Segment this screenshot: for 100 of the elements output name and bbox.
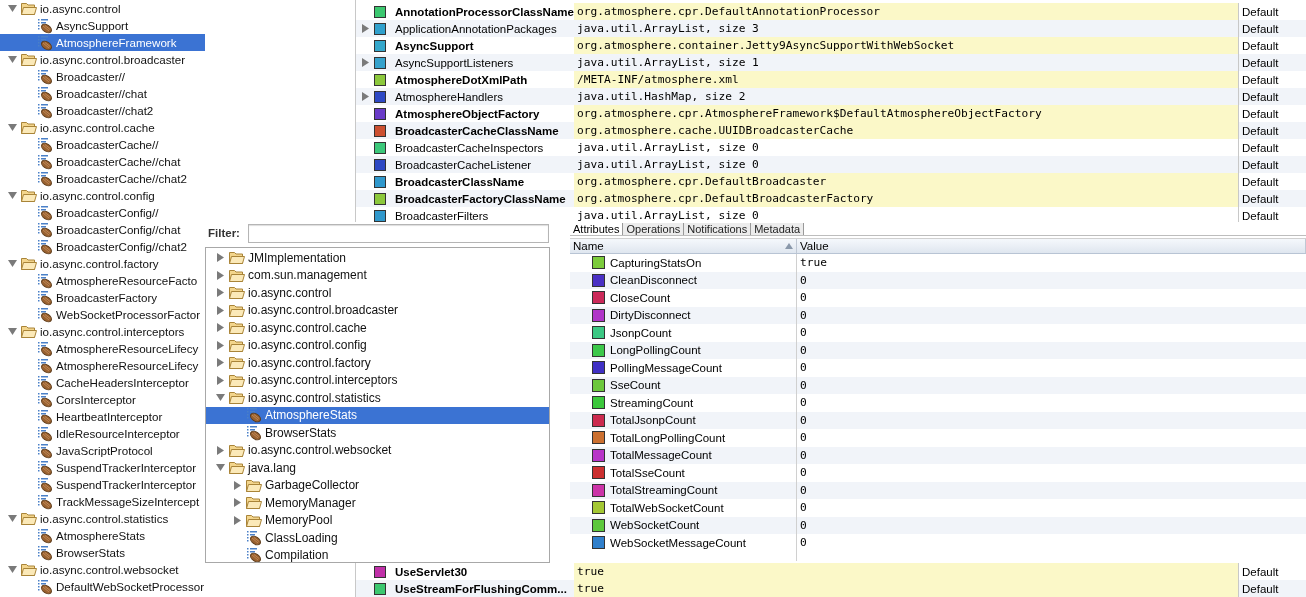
tree-item[interactable]: io.async.control.interceptors — [0, 323, 185, 340]
tree-item[interactable]: AtmosphereResourceLifecy — [0, 340, 199, 357]
triangle-icon[interactable] — [216, 270, 225, 280]
tree-item[interactable]: io.async.control.config — [206, 336, 549, 354]
attribute-value[interactable]: org.atmosphere.cache.UUIDBroadcasterCache — [574, 122, 1239, 139]
tree-item[interactable]: io.async.control.broadcaster — [206, 301, 549, 319]
tree-item[interactable]: SuspendTrackerInterceptor — [0, 459, 197, 476]
tree-item[interactable]: io.async.control.websocket — [206, 441, 549, 459]
folder-icon — [229, 321, 245, 335]
tab[interactable]: Attributes — [570, 223, 624, 235]
tree-item[interactable]: io.async.control.cache — [0, 119, 155, 136]
triangle-icon[interactable] — [216, 375, 225, 385]
triangle-icon[interactable] — [233, 480, 242, 490]
triangle-icon[interactable] — [8, 55, 17, 64]
triangle-icon[interactable] — [360, 92, 370, 101]
tree-item[interactable]: SuspendTrackerInterceptor — [0, 476, 197, 493]
tree-item[interactable]: AtmosphereResourceFacto — [0, 272, 198, 289]
tree-item[interactable]: CorsInterceptor — [0, 391, 136, 408]
triangle-icon[interactable] — [216, 393, 225, 403]
tree-item[interactable]: io.async.control.broadcaster — [0, 51, 185, 68]
triangle-icon[interactable] — [233, 498, 242, 508]
tree-item[interactable]: io.async.control.cache — [206, 319, 549, 337]
tree-item[interactable]: AtmosphereFramework — [0, 34, 205, 51]
tree-item[interactable]: BroadcasterConfig//chat — [0, 221, 181, 238]
tree-item[interactable]: Broadcaster//chat — [0, 85, 147, 102]
attribute-value[interactable]: true — [574, 563, 1239, 580]
tree-item[interactable]: io.async.control — [0, 0, 121, 17]
attribute-value[interactable]: org.atmosphere.cpr.DefaultAnnotationProcessor — [574, 3, 1239, 20]
triangle-icon[interactable] — [216, 323, 225, 333]
tree-item[interactable]: BroadcasterFactory — [0, 289, 158, 306]
triangle-icon[interactable] — [216, 253, 225, 263]
triangle-icon[interactable] — [360, 58, 370, 67]
tree-item[interactable]: io.async.control.statistics — [0, 510, 169, 527]
triangle-icon[interactable] — [8, 514, 17, 523]
tree-item[interactable]: Broadcaster//chat2 — [0, 102, 154, 119]
attribute-value[interactable]: true — [574, 580, 1239, 597]
triangle-icon[interactable] — [8, 4, 17, 13]
tree-item[interactable]: MemoryManager — [206, 494, 549, 512]
tree-item[interactable]: com.sun.management — [206, 266, 549, 284]
tree-item[interactable]: BroadcasterCache//chat — [0, 153, 181, 170]
triangle-icon[interactable] — [216, 340, 225, 350]
tree-item[interactable]: CacheHeadersInterceptor — [0, 374, 189, 391]
triangle-icon[interactable] — [8, 191, 17, 200]
triangle-icon[interactable] — [216, 305, 225, 315]
triangle-icon[interactable] — [8, 565, 17, 574]
tree-item[interactable]: BroadcasterConfig// — [0, 204, 159, 221]
bean-icon — [246, 547, 262, 562]
tree-item[interactable]: io.async.control.factory — [0, 255, 159, 272]
tree-item[interactable]: BroadcasterConfig//chat2 — [0, 238, 187, 255]
tree-item[interactable]: BrowserStats — [0, 544, 125, 561]
attribute-name: SseCount — [610, 379, 661, 392]
triangle-icon[interactable] — [8, 259, 17, 268]
tab[interactable]: Notifications — [684, 223, 752, 235]
tab[interactable]: Operations — [623, 223, 685, 235]
column-header[interactable]: Value — [797, 239, 1306, 253]
tree-item[interactable]: java.lang — [206, 459, 549, 477]
attribute-value[interactable]: org.atmosphere.container.Jetty9AsyncSupportWithWebSocket — [574, 37, 1239, 54]
tree-item[interactable]: io.async.control.websocket — [0, 561, 179, 578]
tree-item[interactable]: AsyncSupport — [0, 17, 129, 34]
triangle-icon[interactable] — [360, 24, 370, 33]
triangle-icon[interactable] — [8, 327, 17, 336]
tree-item[interactable]: Compilation — [206, 546, 549, 562]
tree-item[interactable]: io.async.control.config — [0, 187, 155, 204]
triangle-icon[interactable] — [216, 445, 225, 455]
tree-item[interactable]: BrowserStats — [206, 424, 549, 442]
triangle-icon[interactable] — [216, 463, 225, 473]
tree-item[interactable]: AtmosphereStats — [206, 406, 549, 424]
tree-item[interactable]: JMImplementation — [206, 249, 549, 267]
tab[interactable]: Metadata — [751, 223, 805, 235]
filter-field[interactable] — [247, 223, 549, 243]
bean-icon — [37, 289, 53, 306]
tree-item[interactable]: DefaultWebSocketProcessor — [0, 578, 204, 595]
tree-item[interactable]: io.async.control.statistics — [206, 389, 549, 407]
tree-item[interactable]: GarbageCollector — [206, 476, 549, 494]
sort-ascending-icon[interactable] — [785, 243, 793, 249]
tree-item[interactable]: AtmosphereResourceLifecy — [0, 357, 199, 374]
tree-item[interactable]: IdleResourceInterceptor — [0, 425, 180, 442]
tree-item[interactable]: AtmosphereStats — [0, 527, 145, 544]
triangle-icon[interactable] — [233, 515, 242, 525]
tree-item[interactable]: io.async.control.interceptors — [206, 371, 549, 389]
tree-item[interactable]: HeartbeatInterceptor — [0, 408, 163, 425]
tree-item[interactable]: MemoryPool — [206, 511, 549, 529]
attribute-value[interactable]: org.atmosphere.cpr.DefaultBroadcasterFactory — [574, 190, 1239, 207]
tree-item[interactable]: TrackMessageSizeIntercept — [0, 493, 200, 510]
tree-item[interactable]: BroadcasterCache//chat2 — [0, 170, 187, 187]
attribute-value[interactable]: org.atmosphere.cpr.DefaultBroadcaster — [574, 173, 1239, 190]
tree-item[interactable]: JavaScriptProtocol — [0, 442, 153, 459]
tree-item[interactable]: WebSocketProcessorFactor — [0, 306, 201, 323]
triangle-icon[interactable] — [216, 358, 225, 368]
attribute-name: WebSocketCount — [610, 519, 700, 532]
tree-item[interactable]: ClassLoading — [206, 529, 549, 547]
tree-item[interactable]: io.async.control — [206, 284, 549, 302]
tree-item[interactable]: Broadcaster// — [0, 68, 125, 85]
tree-item[interactable]: io.async.control.factory — [206, 354, 549, 372]
triangle-icon[interactable] — [8, 123, 17, 132]
tree-item[interactable]: BroadcasterCache// — [0, 136, 159, 153]
attribute-value[interactable]: org.atmosphere.cpr.AtmosphereFramework$DefaultAtmosphereObjectFactory — [574, 105, 1239, 122]
attribute-value[interactable]: /META-INF/atmosphere.xml — [574, 71, 1239, 88]
column-header[interactable]: Name — [570, 239, 797, 253]
triangle-icon[interactable] — [216, 288, 225, 298]
